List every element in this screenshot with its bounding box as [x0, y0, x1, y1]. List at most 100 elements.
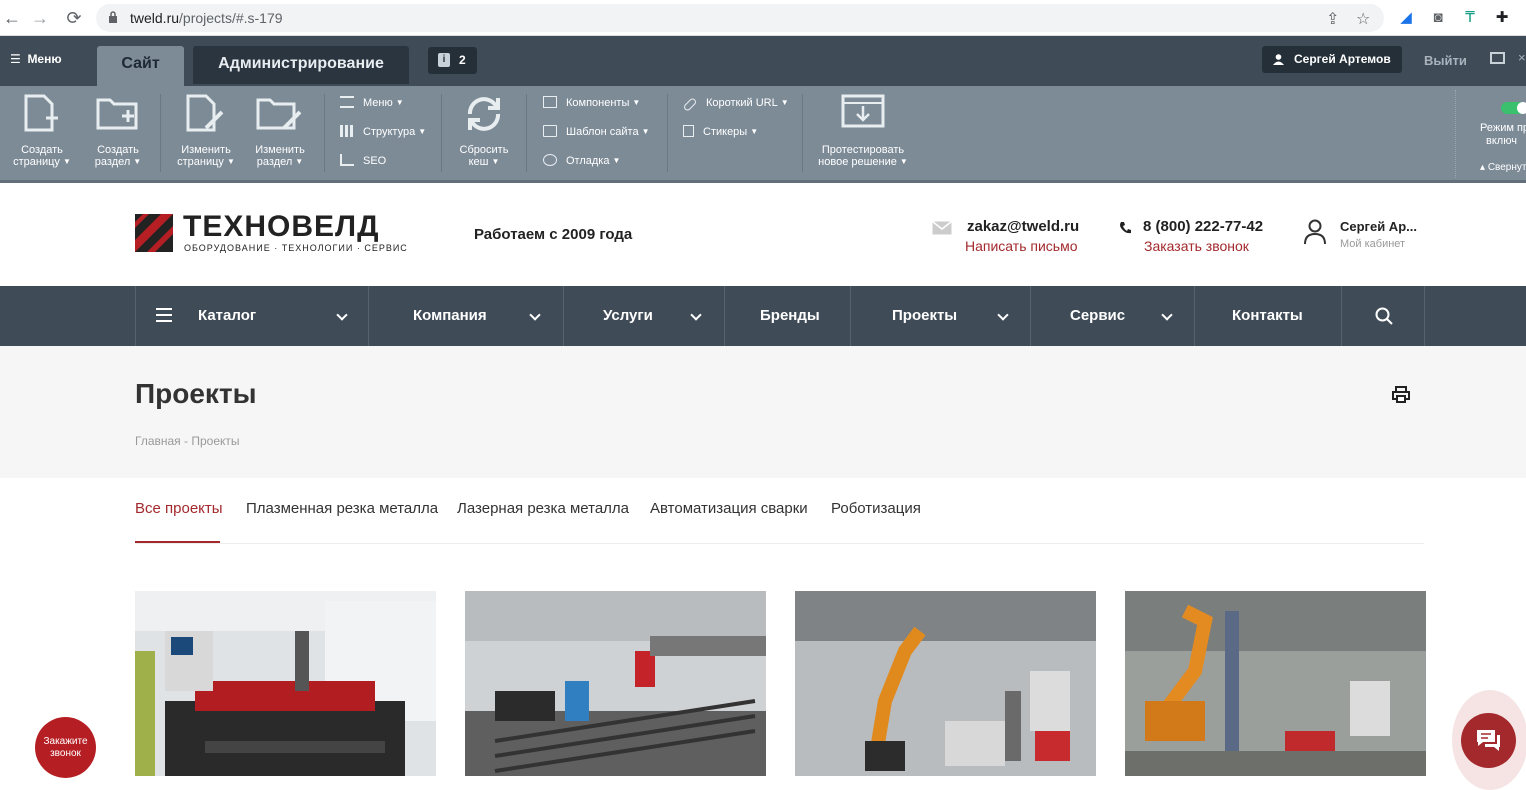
bookmark-star-icon[interactable]: ☆ [1356, 9, 1370, 29]
nav-item-brands[interactable]: Бренды [724, 286, 851, 346]
test-solution-label-2: новое решение [818, 156, 897, 168]
puzzle-icon[interactable]: ✚ [1492, 8, 1512, 28]
email-address[interactable]: zakaz@tweld.ru [967, 218, 1079, 235]
components-tool[interactable]: Компоненты ▼ [543, 95, 640, 111]
admin-user-button[interactable]: Сергей Артемов [1262, 46, 1402, 73]
reset-cache-label-1: Сбросить [459, 144, 509, 156]
logo-tagline: ОБОРУДОВАНИЕ · ТЕХНОЛОГИИ · СЕРВИС [184, 243, 408, 253]
phone-number[interactable]: 8 (800) 222-77-42 [1143, 218, 1263, 235]
window-icon[interactable] [1490, 52, 1505, 64]
back-icon[interactable]: ← [0, 6, 24, 30]
edit-section-button[interactable]: Изменить раздел ▼ [250, 94, 310, 168]
cutting-table-photo [465, 591, 766, 776]
sticker-icon [683, 125, 694, 137]
filter-plasma-cutting[interactable]: Плазменная резка металла [246, 500, 438, 517]
tab-site[interactable]: Сайт [97, 46, 184, 86]
filter-welding-automation[interactable]: Автоматизация сварки [650, 500, 808, 517]
filter-robotics[interactable]: Роботизация [831, 500, 921, 517]
create-page-label-1: Создать [21, 144, 63, 156]
structure-tool[interactable]: Структура ▼ [340, 124, 426, 140]
test-solution-button[interactable]: Протестировать новое решение ▼ [812, 94, 914, 168]
notifications-button[interactable]: i 2 [428, 47, 477, 74]
robot-cell-photo [1125, 591, 1426, 776]
site-template-tool[interactable]: Шаблон сайта ▼ [543, 124, 650, 140]
extension-icon[interactable]: ◢ [1396, 8, 1416, 28]
page-title: Проекты [135, 378, 257, 409]
order-call-link[interactable]: Заказать звонок [1144, 238, 1249, 254]
grid-icon [340, 125, 354, 137]
collapse-button[interactable]: ▴ Свернуть [1480, 162, 1526, 173]
filter-laser-cutting[interactable]: Лазерная резка металла [457, 500, 629, 517]
close-icon[interactable]: × [1518, 50, 1526, 65]
url-text: tweld.ru/projects/#.s-179 [130, 10, 283, 26]
mail-icon [932, 221, 952, 235]
share-icon[interactable]: ⇪ [1326, 9, 1339, 29]
project-card-image[interactable] [135, 591, 436, 776]
extension-t-icon[interactable]: ₸ [1460, 8, 1480, 28]
edit-folder-icon [256, 98, 302, 130]
nav-item-catalog[interactable]: Каталог [135, 286, 369, 346]
admin-menu-button[interactable]: ☰ Меню [10, 52, 62, 66]
download-window-icon [841, 94, 885, 128]
browser-toolbar: ← → ⟳ tweld.ru/projects/#.s-179 ⇪ ☆ ◢ ◙ … [0, 0, 1526, 36]
header-user-name[interactable]: Сергей Ар... [1340, 219, 1417, 234]
callback-label-2: звонок [50, 748, 81, 759]
user-icon [1273, 54, 1284, 65]
logout-link[interactable]: Выйти [1424, 53, 1467, 68]
project-card-image[interactable] [465, 591, 766, 776]
create-section-label-2: раздел [94, 156, 131, 168]
chat-button[interactable] [1461, 713, 1516, 768]
edit-page-label-1: Изменить [181, 144, 231, 156]
forward-icon[interactable]: → [28, 6, 52, 30]
project-card-image[interactable] [795, 591, 1096, 776]
nav-item-company[interactable]: Компания [368, 286, 564, 346]
stickers-tool[interactable]: Стикеры ▼ [683, 124, 758, 140]
reset-cache-label-2: кеш [468, 156, 489, 168]
menu-tool[interactable]: Меню ▼ [340, 95, 404, 111]
toolbar-divider [441, 94, 442, 172]
hamburger-icon [156, 308, 172, 322]
camera-icon[interactable]: ◙ [1428, 8, 1448, 28]
create-section-button[interactable]: Создать раздел ▼ [88, 94, 148, 168]
new-page-icon [24, 94, 58, 132]
toolbar-divider [160, 94, 161, 172]
search-button[interactable] [1341, 286, 1425, 346]
reset-cache-button[interactable]: Сбросить кеш ▼ [452, 94, 516, 168]
print-icon[interactable] [1392, 386, 1410, 403]
reload-icon[interactable]: ⟳ [62, 6, 86, 30]
edit-page-icon [186, 94, 224, 132]
edit-section-label-1: Изменить [255, 144, 305, 156]
create-page-button[interactable]: Создать страницу ▼ [12, 94, 72, 168]
nav-item-service[interactable]: Сервис [1030, 286, 1195, 346]
breadcrumb-home[interactable]: Главная [135, 434, 181, 448]
lock-icon [109, 11, 117, 23]
callback-button[interactable]: Закажите звонок [35, 717, 96, 778]
nav-item-services[interactable]: Услуги [563, 286, 725, 346]
toolbar-divider [667, 94, 668, 172]
site-logo[interactable]: ТЕХНОВЕЛД ОБОРУДОВАНИЕ · ТЕХНОЛОГИИ · СЕ… [135, 210, 407, 257]
edit-page-button[interactable]: Изменить страницу ▼ [176, 94, 236, 168]
plasma-cutter-photo [135, 591, 436, 776]
chevron-down-icon [529, 309, 541, 321]
nav-item-contacts[interactable]: Контакты [1194, 286, 1342, 346]
my-cabinet-link[interactable]: Мой кабинет [1340, 238, 1405, 250]
toolbar-divider [802, 94, 803, 172]
seo-tool[interactable]: SEO [340, 153, 386, 169]
address-bar[interactable]: tweld.ru/projects/#.s-179 ⇪ ☆ [96, 4, 1384, 32]
edit-mode-area: Режим пр включ ▴ Свернуть [1455, 90, 1526, 178]
filter-all-projects[interactable]: Все проекты [135, 500, 223, 517]
debug-tool[interactable]: Отладка ▼ [543, 153, 620, 169]
search-icon [1375, 307, 1393, 325]
write-letter-link[interactable]: Написать письмо [965, 238, 1077, 254]
user-account-icon[interactable] [1303, 219, 1327, 245]
edit-mode-toggle[interactable] [1501, 102, 1526, 114]
logo-text: ТЕХНОВЕЛД [183, 210, 380, 243]
create-page-label-2: страницу [13, 156, 60, 168]
nav-item-projects[interactable]: Проекты [850, 286, 1031, 346]
project-card-image[interactable] [1125, 591, 1426, 776]
tab-administration[interactable]: Администрирование [193, 46, 409, 84]
short-url-tool[interactable]: Короткий URL ▼ [682, 95, 789, 112]
since-text: Работаем с 2009 года [474, 226, 633, 243]
refresh-icon [468, 97, 500, 131]
main-navigation: Каталог Компания Услуги Бренды Проекты С… [0, 286, 1526, 346]
